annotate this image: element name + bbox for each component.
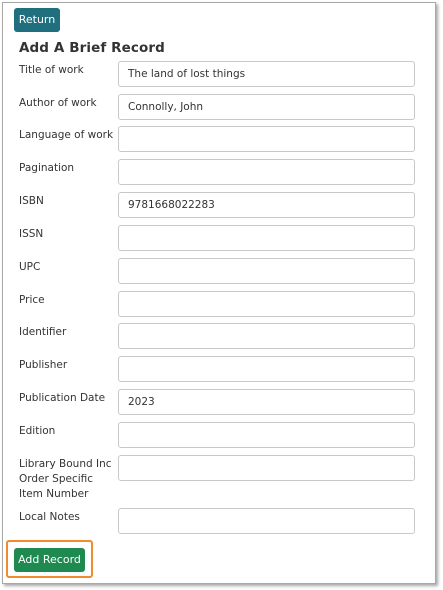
publisher-label: Publisher — [19, 359, 68, 371]
pagination-input[interactable] — [118, 159, 415, 185]
order-item-number-input[interactable] — [118, 455, 415, 481]
edition-input[interactable] — [118, 422, 415, 448]
upc-label: UPC — [19, 261, 41, 273]
local-notes-input[interactable] — [118, 508, 415, 534]
language-of-work-label: Language of work — [19, 129, 114, 141]
author-of-work-label: Author of work — [19, 97, 97, 109]
language-of-work-input[interactable] — [118, 126, 415, 152]
isbn-label: ISBN — [19, 195, 44, 207]
publisher-input[interactable] — [118, 356, 415, 382]
order-item-number-label: Library Bound Inc Order Specific Item Nu… — [19, 458, 112, 500]
add-record-button[interactable]: Add Record — [14, 548, 85, 572]
title-of-work-label: Title of work — [19, 64, 84, 76]
pagination-label: Pagination — [19, 162, 75, 174]
add-record-highlight: Add Record — [6, 540, 93, 578]
publication-date-label: Publication Date — [19, 392, 106, 404]
brief-record-panel: Return Add A Brief Record Title of work … — [2, 2, 436, 584]
author-of-work-input[interactable] — [118, 94, 415, 120]
identifier-label: Identifier — [19, 326, 67, 338]
price-input[interactable] — [118, 291, 415, 317]
local-notes-label: Local Notes — [19, 511, 80, 523]
upc-input[interactable] — [118, 258, 415, 284]
form-title: Add A Brief Record — [19, 40, 165, 56]
title-of-work-input[interactable] — [118, 61, 415, 87]
edition-label: Edition — [19, 425, 56, 437]
isbn-input[interactable] — [118, 192, 415, 218]
issn-label: ISSN — [19, 228, 44, 240]
publication-date-input[interactable] — [118, 389, 415, 415]
identifier-input[interactable] — [118, 323, 415, 349]
price-label: Price — [19, 294, 45, 306]
return-button[interactable]: Return — [14, 8, 60, 32]
issn-input[interactable] — [118, 225, 415, 251]
